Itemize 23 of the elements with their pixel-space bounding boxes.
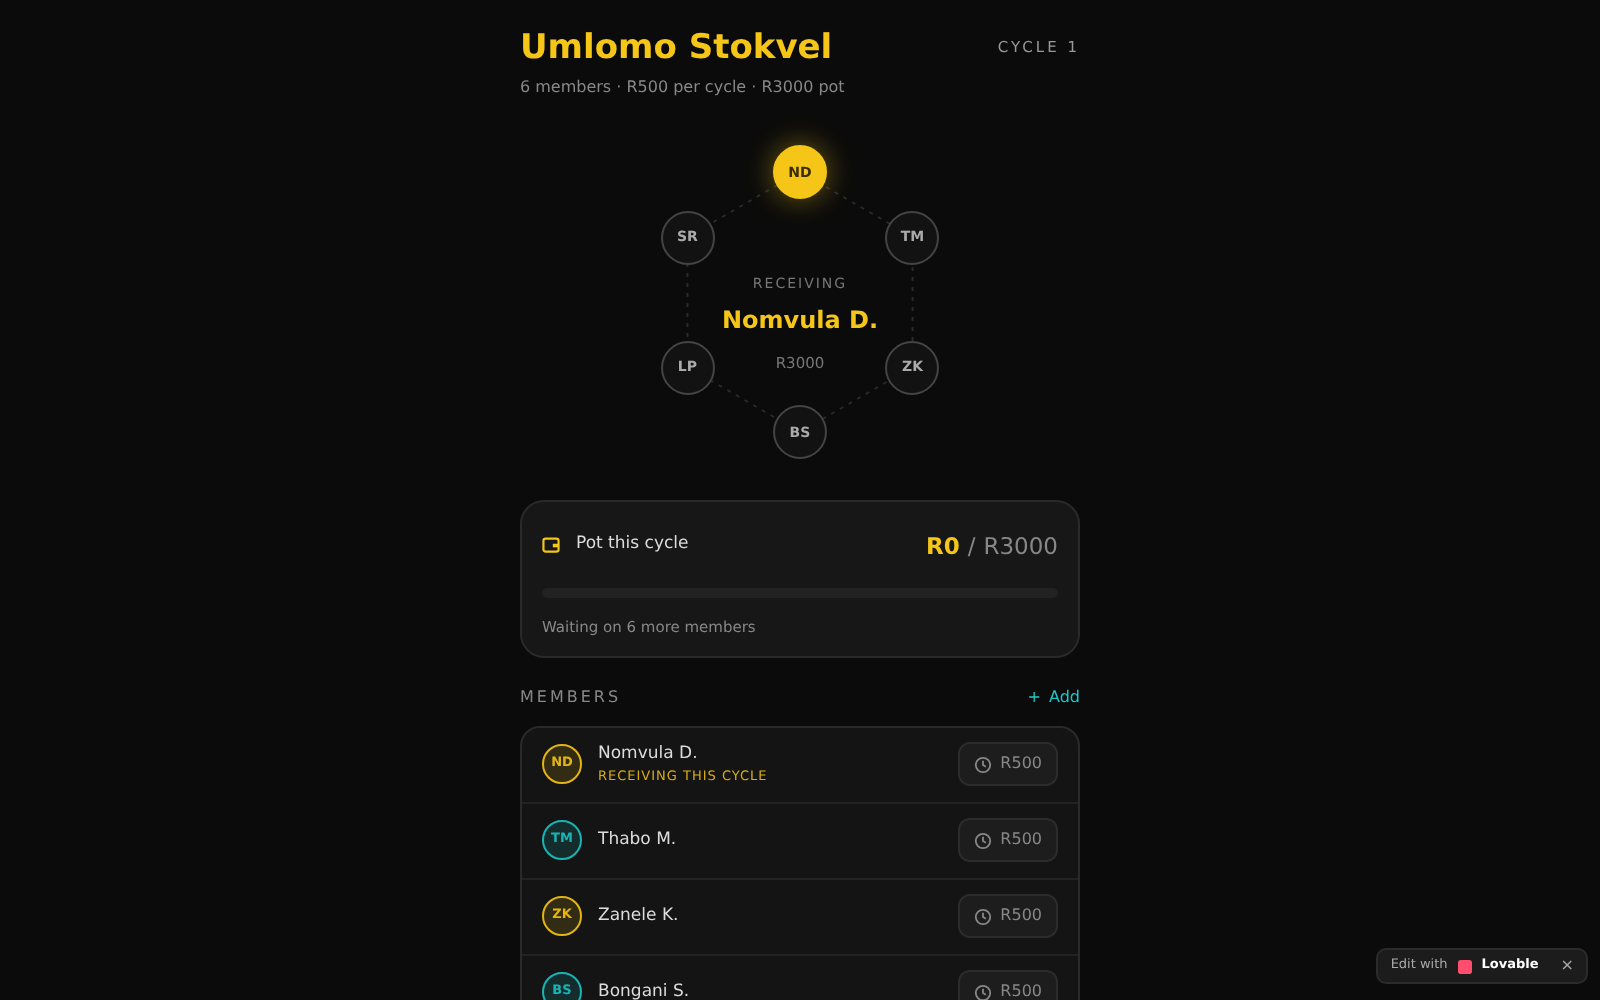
clock-icon — [974, 755, 993, 774]
wallet-icon — [542, 535, 560, 554]
pot-title: Pot this cycle — [576, 532, 689, 558]
member-name: Zanele K. — [598, 903, 679, 930]
contribution-button[interactable]: R500 — [958, 894, 1058, 939]
clock-icon — [974, 983, 993, 1000]
member-name: Thabo M. — [598, 827, 677, 854]
member-name: Bongani S. — [598, 979, 690, 1000]
receiver-name: Nomvula D. — [721, 306, 879, 337]
contribution-button[interactable]: R500 — [958, 742, 1058, 787]
close-button[interactable]: × — [1548, 954, 1574, 978]
contribution-button[interactable]: R500 — [958, 970, 1058, 1000]
collected-amount: R0 — [926, 532, 960, 561]
add-button[interactable]: + Add — [1027, 685, 1080, 710]
group-summary: 6 members · R500 per cycle · R3000 pot — [520, 76, 845, 101]
clock-icon — [974, 831, 993, 850]
clock-icon — [974, 907, 993, 926]
member-name: Nomvula D. — [598, 741, 700, 768]
app-title: Umlomo Stokvel — [520, 28, 835, 69]
contribution-button[interactable]: R500 — [958, 818, 1058, 863]
pot-total: R3000 — [983, 532, 1058, 561]
separator: / — [967, 532, 976, 561]
section-heading: MEMBERS — [520, 685, 622, 710]
